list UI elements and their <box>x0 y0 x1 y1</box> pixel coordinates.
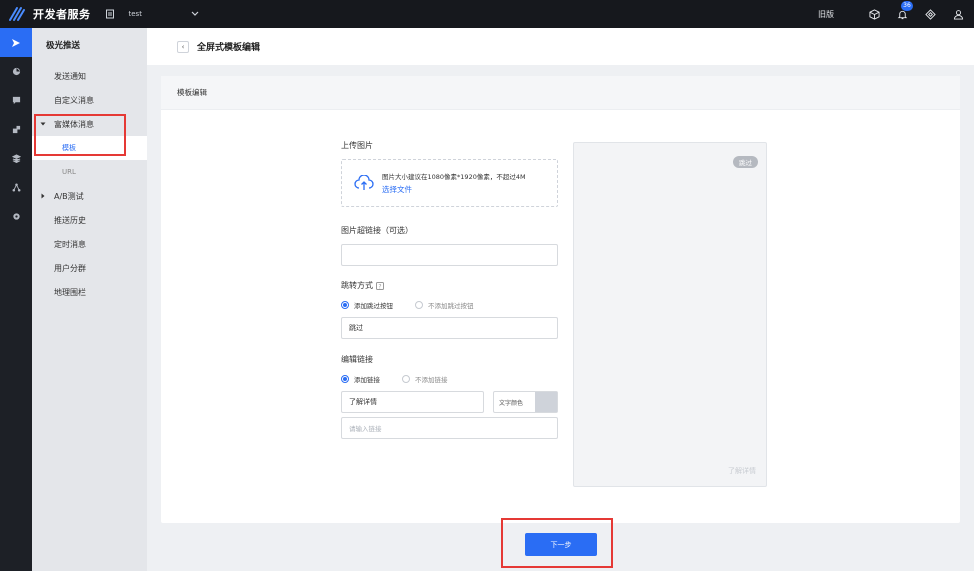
app-selector-label[interactable]: test <box>129 10 142 18</box>
sidebar-item-user-segments[interactable]: 用户分群 <box>32 256 147 280</box>
sidebar-item-geofence[interactable]: 地理围栏 <box>32 280 147 304</box>
logo-icon[interactable] <box>6 3 28 25</box>
color-swatch[interactable] <box>535 392 557 412</box>
link-text-input[interactable]: 了解详情 <box>341 391 484 413</box>
top-bar: 开发者服务 test 旧版 36 <box>0 0 974 28</box>
sidebar-item-label: 富媒体消息 <box>54 119 94 129</box>
chevron-down-icon <box>40 120 46 128</box>
jump-mode-label: 跳转方式 ? <box>341 280 558 291</box>
radio-add-skip[interactable] <box>341 301 349 309</box>
rail-settings-icon[interactable] <box>0 202 32 231</box>
template-form: 上传图片 图片大小建议在1080像素*1920像素，不超过4M 选择文件 图片超… <box>341 140 558 439</box>
rail-network-icon[interactable] <box>0 173 32 202</box>
sidebar-item-custom-message[interactable]: 自定义消息 <box>32 88 147 112</box>
text-color-label: 文字颜色 <box>499 399 524 407</box>
sidebar-item-ab-test[interactable]: A/B测试 <box>32 184 147 208</box>
bell-icon[interactable]: 36 <box>896 1 913 20</box>
rail-push-icon[interactable] <box>0 28 32 57</box>
edit-link-label: 编辑链接 <box>341 355 373 364</box>
sidebar: 极光推送 发送通知 自定义消息 富媒体消息 模板 URL A/B测试 推送历史 … <box>32 28 147 571</box>
diamond-icon[interactable] <box>924 8 936 20</box>
card-title: 模板编辑 <box>161 76 960 110</box>
chevron-right-icon <box>40 192 46 200</box>
preview-detail-link: 了解详情 <box>728 467 756 475</box>
image-link-input[interactable] <box>341 244 558 266</box>
rail-share-icon[interactable] <box>0 115 32 144</box>
template-editor-card: 模板编辑 上传图片 图片大小建议在1080像素*1920像素，不超过4M 选择文… <box>161 76 960 523</box>
image-link-label: 图片超链接（可选） <box>341 226 413 235</box>
sidebar-item-rich-media[interactable]: 富媒体消息 <box>32 112 147 136</box>
rail-layers-icon[interactable] <box>0 144 32 173</box>
jump-mode-label-text: 跳转方式 <box>341 281 373 290</box>
edit-link-radio-group: 添加链接 不添加链接 <box>341 373 558 385</box>
preview-skip-button: 跳过 <box>733 156 758 168</box>
notification-badge: 36 <box>901 1 913 11</box>
page-title: 全屏式模板编辑 <box>197 43 261 53</box>
text-color-picker[interactable]: 文字颜色 <box>493 391 558 413</box>
upload-dropzone[interactable]: 图片大小建议在1080像素*1920像素，不超过4M 选择文件 <box>341 159 558 207</box>
radio-add-link[interactable] <box>341 375 349 383</box>
back-button[interactable]: ‹ <box>177 40 189 53</box>
old-version-link[interactable]: 旧版 <box>818 9 834 20</box>
radio-add-link-label[interactable]: 添加链接 <box>354 374 380 384</box>
chevron-down-icon[interactable] <box>190 11 200 17</box>
sidebar-subitem-url[interactable]: URL <box>32 160 147 184</box>
top-right-actions: 旧版 36 <box>818 0 964 28</box>
help-icon[interactable]: ? <box>376 281 384 290</box>
skip-text-input[interactable]: 跳过 <box>341 317 558 339</box>
upload-label: 上传图片 <box>341 141 373 150</box>
page-header: ‹ 全屏式模板编辑 <box>147 28 974 65</box>
next-step-button[interactable]: 下一步 <box>525 533 597 556</box>
sidebar-subitem-template[interactable]: 模板 <box>32 136 147 160</box>
icon-rail <box>0 28 32 571</box>
radio-no-skip-label[interactable]: 不添加跳过按钮 <box>428 300 474 310</box>
sidebar-title: 极光推送 <box>46 41 81 51</box>
brand-title: 开发者服务 <box>33 8 91 21</box>
link-url-input[interactable]: 请输入链接 <box>341 417 558 439</box>
sidebar-item-push-history[interactable]: 推送历史 <box>32 208 147 232</box>
cloud-upload-icon <box>354 175 374 191</box>
radio-add-skip-label[interactable]: 添加跳过按钮 <box>354 300 393 310</box>
sidebar-item-scheduled[interactable]: 定时消息 <box>32 232 147 256</box>
radio-no-skip[interactable] <box>415 301 423 309</box>
link-text-row: 了解详情 文字颜色 <box>341 391 558 413</box>
sidebar-item-send-notification[interactable]: 发送通知 <box>32 64 147 88</box>
radio-no-link[interactable] <box>402 375 410 383</box>
choose-file-link[interactable]: 选择文件 <box>382 184 526 195</box>
svg-text:?: ? <box>378 283 381 290</box>
document-icon[interactable] <box>105 9 115 19</box>
preview-panel: 跳过 了解详情 <box>573 142 767 487</box>
upload-hint: 图片大小建议在1080像素*1920像素，不超过4M <box>382 173 526 181</box>
radio-no-link-label[interactable]: 不添加链接 <box>415 374 448 384</box>
rail-analytics-icon[interactable] <box>0 57 32 86</box>
cube-icon[interactable] <box>868 8 880 20</box>
sidebar-item-label: A/B测试 <box>54 191 84 201</box>
jump-mode-radio-group: 添加跳过按钮 不添加跳过按钮 <box>341 299 558 311</box>
user-icon[interactable] <box>952 8 964 20</box>
rail-message-icon[interactable] <box>0 86 32 115</box>
